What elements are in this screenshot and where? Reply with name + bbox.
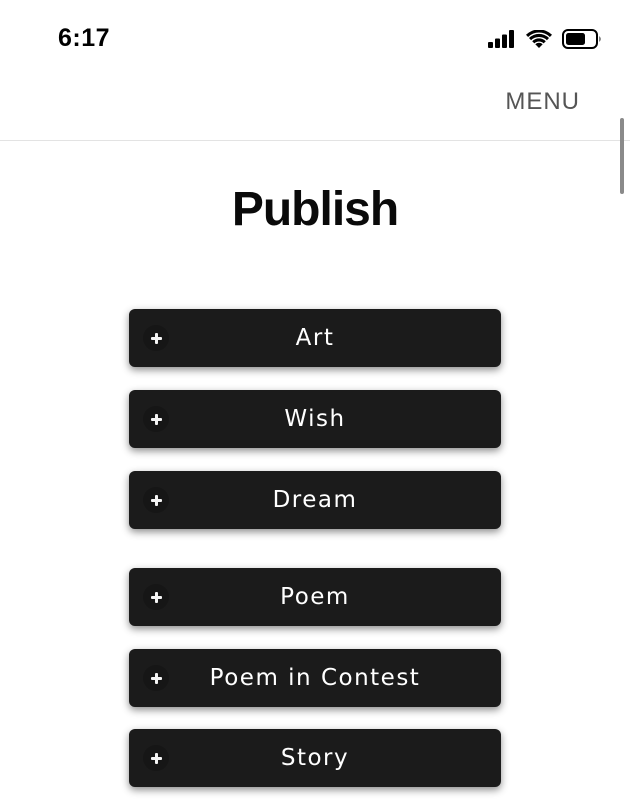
menu-button[interactable]: MENU xyxy=(505,88,580,116)
publish-wish-label: Wish xyxy=(284,406,346,432)
status-time: 6:17 xyxy=(58,24,111,52)
cellular-signal-icon xyxy=(488,30,514,48)
page-title: Publish xyxy=(231,183,399,236)
publish-art-button[interactable]: Art xyxy=(129,309,501,367)
battery-icon xyxy=(562,29,601,49)
publish-story-button[interactable]: Story xyxy=(129,729,501,787)
publish-story-label: Story xyxy=(280,745,350,771)
publish-wish-button[interactable]: Wish xyxy=(129,390,501,448)
publish-poem-in-contest-button[interactable]: Poem in Contest xyxy=(129,649,501,707)
publish-poem-label: Poem xyxy=(280,584,350,610)
status-bar: 6:17 xyxy=(0,0,630,78)
publish-poem-button[interactable]: Poem xyxy=(129,568,501,626)
publish-dream-button[interactable]: Dream xyxy=(129,471,501,529)
wifi-icon xyxy=(526,29,552,48)
status-icons xyxy=(488,28,602,50)
publish-art-label: Art xyxy=(295,325,335,351)
top-nav-bar: MENU xyxy=(0,78,630,141)
publish-dream-label: Dream xyxy=(272,487,358,513)
publish-poem-in-contest-label: Poem in Contest xyxy=(209,665,421,691)
